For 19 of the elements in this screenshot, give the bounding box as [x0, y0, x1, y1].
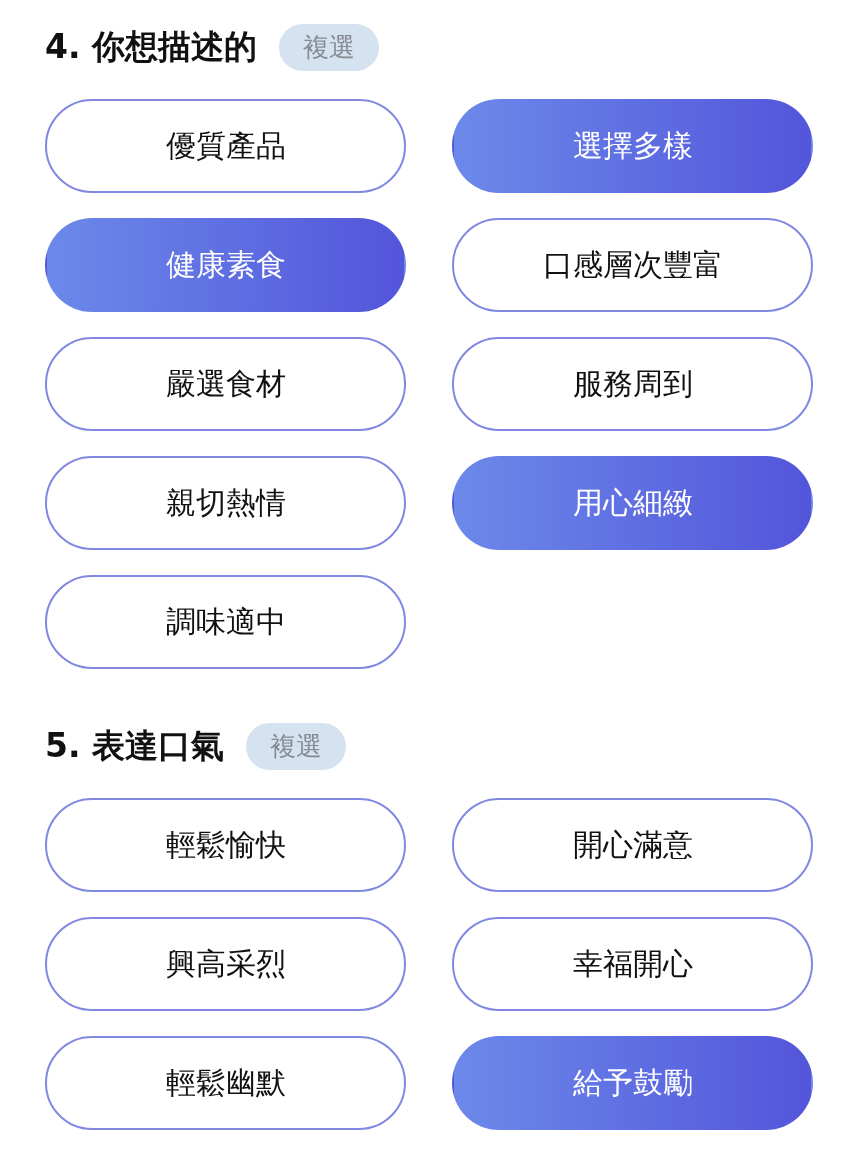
option-chip[interactable]: 親切熱情	[45, 456, 406, 550]
option-chip[interactable]: 嚴選食材	[45, 337, 406, 431]
option-chip[interactable]: 選擇多樣	[452, 99, 813, 193]
option-chip[interactable]: 服務周到	[452, 337, 813, 431]
section-title: 5. 表達口氣	[45, 724, 224, 767]
option-chip[interactable]: 用心細緻	[452, 456, 813, 550]
option-chip[interactable]: 輕鬆幽默	[45, 1036, 406, 1130]
option-chip[interactable]: 給予鼓勵	[452, 1036, 813, 1130]
option-chip[interactable]: 輕鬆愉快	[45, 798, 406, 892]
option-chip[interactable]: 興高采烈	[45, 917, 406, 1011]
option-chip[interactable]: 調味適中	[45, 575, 406, 669]
multi-select-badge: 複選	[279, 23, 379, 71]
option-chip[interactable]: 幸福開心	[452, 917, 813, 1011]
section-title: 4. 你想描述的	[45, 25, 257, 68]
multi-select-badge: 複選	[246, 722, 346, 770]
option-chip[interactable]: 開心滿意	[452, 798, 813, 892]
option-chip[interactable]: 優質產品	[45, 99, 406, 193]
option-chip[interactable]: 口感層次豐富	[452, 218, 813, 312]
option-chip[interactable]: 健康素食	[45, 218, 406, 312]
